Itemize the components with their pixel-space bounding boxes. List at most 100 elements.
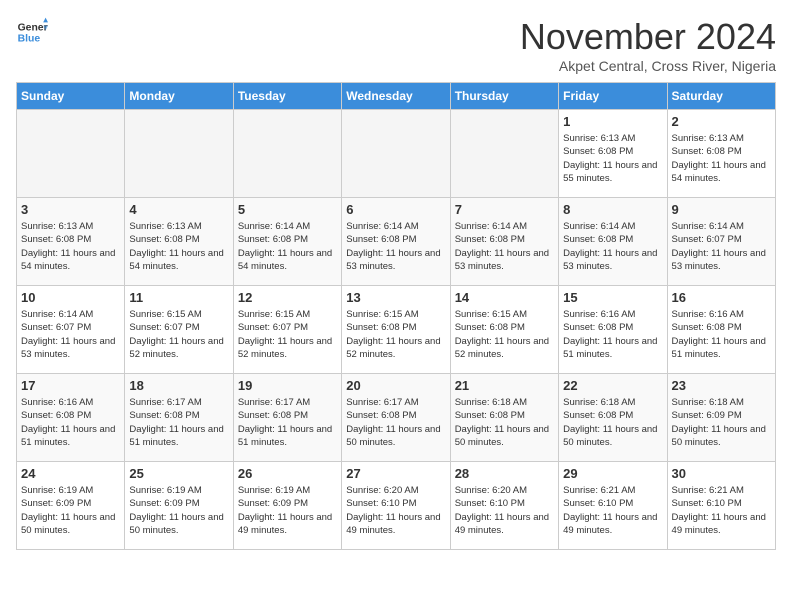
day-info: Sunrise: 6:17 AM Sunset: 6:08 PM Dayligh… (129, 396, 228, 449)
calendar-cell (17, 110, 125, 198)
day-number: 19 (238, 378, 337, 393)
calendar-cell: 17Sunrise: 6:16 AM Sunset: 6:08 PM Dayli… (17, 374, 125, 462)
day-number: 5 (238, 202, 337, 217)
day-info: Sunrise: 6:17 AM Sunset: 6:08 PM Dayligh… (238, 396, 337, 449)
page-header: General Blue November 2024 Akpet Central… (16, 16, 776, 74)
svg-text:General: General (18, 22, 48, 33)
day-info: Sunrise: 6:16 AM Sunset: 6:08 PM Dayligh… (672, 308, 771, 361)
calendar-cell: 24 Sunrise: 6:19 AM Sunset: 6:09 PM Dayli… (17, 462, 125, 550)
day-info: Sunrise: 6:14 AM Sunset: 6:08 PM Dayligh… (238, 220, 337, 273)
calendar-cell: 13 Sunrise: 6:15 AM Sunset: 6:08 PM Dayli… (342, 286, 450, 374)
logo: General Blue (16, 16, 48, 48)
day-number: 10 (21, 290, 120, 305)
day-number: 7 (455, 202, 554, 217)
day-info: Sunrise: 6:18 AM Sunset: 6:09 PM Dayligh… (672, 396, 771, 449)
calendar-cell: 25Sunrise: 6:19 AM Sunset: 6:09 PM Dayli… (125, 462, 233, 550)
calendar-cell: 16 Sunrise: 6:16 AM Sunset: 6:08 PM Dayli… (667, 286, 775, 374)
month-title: November 2024 (520, 16, 776, 58)
day-number: 3 (21, 202, 120, 217)
day-number: 20 (346, 378, 445, 393)
logo-icon: General Blue (16, 16, 48, 48)
location-subtitle: Akpet Central, Cross River, Nigeria (520, 58, 776, 74)
calendar-cell: 26 Sunrise: 6:19 AM Sunset: 6:09 PM Dayli… (233, 462, 341, 550)
calendar-cell: 8Sunrise: 6:14 AM Sunset: 6:08 PM Daylig… (559, 198, 667, 286)
day-number: 4 (129, 202, 228, 217)
day-info: Sunrise: 6:14 AM Sunset: 6:08 PM Dayligh… (455, 220, 554, 273)
calendar-cell: 21 Sunrise: 6:18 AM Sunset: 6:08 PM Dayli… (450, 374, 558, 462)
calendar-cell: 2Sunrise: 6:13 AM Sunset: 6:08 PM Daylig… (667, 110, 775, 198)
calendar-cell: 6 Sunrise: 6:14 AM Sunset: 6:08 PM Daylig… (342, 198, 450, 286)
calendar-cell: 3 Sunrise: 6:13 AM Sunset: 6:08 PM Daylig… (17, 198, 125, 286)
calendar-cell: 4Sunrise: 6:13 AM Sunset: 6:08 PM Daylig… (125, 198, 233, 286)
calendar-cell: 30 Sunrise: 6:21 AM Sunset: 6:10 PM Dayli… (667, 462, 775, 550)
day-info: Sunrise: 6:17 AM Sunset: 6:08 PM Dayligh… (346, 396, 445, 449)
day-number: 30 (672, 466, 771, 481)
day-info: Sunrise: 6:19 AM Sunset: 6:09 PM Dayligh… (21, 484, 120, 537)
day-number: 24 (21, 466, 120, 481)
day-info: Sunrise: 6:14 AM Sunset: 6:08 PM Dayligh… (346, 220, 445, 273)
calendar-cell: 27 Sunrise: 6:20 AM Sunset: 6:10 PM Dayli… (342, 462, 450, 550)
day-info: Sunrise: 6:18 AM Sunset: 6:08 PM Dayligh… (563, 396, 662, 449)
day-info: Sunrise: 6:20 AM Sunset: 6:10 PM Dayligh… (346, 484, 445, 537)
calendar-cell: 15 Sunrise: 6:16 AM Sunset: 6:08 PM Dayli… (559, 286, 667, 374)
day-info: Sunrise: 6:19 AM Sunset: 6:09 PM Dayligh… (129, 484, 228, 537)
day-number: 26 (238, 466, 337, 481)
svg-text:Blue: Blue (18, 34, 41, 45)
day-number: 22 (563, 378, 662, 393)
weekday-header: Wednesday (342, 83, 450, 110)
calendar-cell: 11 Sunrise: 6:15 AM Sunset: 6:07 PM Dayli… (125, 286, 233, 374)
weekday-header: Monday (125, 83, 233, 110)
calendar-cell: 22 Sunrise: 6:18 AM Sunset: 6:08 PM Dayli… (559, 374, 667, 462)
day-info: Sunrise: 6:20 AM Sunset: 6:10 PM Dayligh… (455, 484, 554, 537)
calendar-cell (342, 110, 450, 198)
day-number: 27 (346, 466, 445, 481)
day-info: Sunrise: 6:15 AM Sunset: 6:07 PM Dayligh… (129, 308, 228, 361)
day-info: Sunrise: 6:21 AM Sunset: 6:10 PM Dayligh… (563, 484, 662, 537)
day-info: Sunrise: 6:16 AM Sunset: 6:08 PM Dayligh… (563, 308, 662, 361)
calendar-cell: 18 Sunrise: 6:17 AM Sunset: 6:08 PM Dayli… (125, 374, 233, 462)
calendar-cell: 1 Sunrise: 6:13 AM Sunset: 6:08 PM Daylig… (559, 110, 667, 198)
day-number: 6 (346, 202, 445, 217)
day-info: Sunrise: 6:18 AM Sunset: 6:08 PM Dayligh… (455, 396, 554, 449)
day-info: Sunrise: 6:16 AM Sunset: 6:08 PM Dayligh… (21, 396, 120, 449)
day-info: Sunrise: 6:19 AM Sunset: 6:09 PM Dayligh… (238, 484, 337, 537)
calendar-table: SundayMondayTuesdayWednesdayThursdayFrid… (16, 82, 776, 550)
day-number: 29 (563, 466, 662, 481)
day-number: 2 (672, 114, 771, 129)
weekday-header: Saturday (667, 83, 775, 110)
day-number: 16 (672, 290, 771, 305)
day-info: Sunrise: 6:15 AM Sunset: 6:07 PM Dayligh… (238, 308, 337, 361)
day-info: Sunrise: 6:14 AM Sunset: 6:07 PM Dayligh… (672, 220, 771, 273)
calendar-cell: 12 Sunrise: 6:15 AM Sunset: 6:07 PM Dayli… (233, 286, 341, 374)
calendar-cell: 7 Sunrise: 6:14 AM Sunset: 6:08 PM Daylig… (450, 198, 558, 286)
calendar-cell: 29 Sunrise: 6:21 AM Sunset: 6:10 PM Dayli… (559, 462, 667, 550)
day-info: Sunrise: 6:14 AM Sunset: 6:07 PM Dayligh… (21, 308, 120, 361)
calendar-cell: 5 Sunrise: 6:14 AM Sunset: 6:08 PM Daylig… (233, 198, 341, 286)
day-number: 13 (346, 290, 445, 305)
day-number: 12 (238, 290, 337, 305)
calendar-cell: 10 Sunrise: 6:14 AM Sunset: 6:07 PM Dayli… (17, 286, 125, 374)
weekday-header: Friday (559, 83, 667, 110)
calendar-cell (450, 110, 558, 198)
weekday-header: Sunday (17, 83, 125, 110)
day-number: 15 (563, 290, 662, 305)
calendar-cell (233, 110, 341, 198)
day-info: Sunrise: 6:14 AM Sunset: 6:08 PM Dayligh… (563, 220, 662, 273)
day-info: Sunrise: 6:15 AM Sunset: 6:08 PM Dayligh… (346, 308, 445, 361)
day-info: Sunrise: 6:13 AM Sunset: 6:08 PM Dayligh… (563, 132, 662, 185)
day-number: 18 (129, 378, 228, 393)
day-number: 1 (563, 114, 662, 129)
day-info: Sunrise: 6:13 AM Sunset: 6:08 PM Dayligh… (21, 220, 120, 273)
day-number: 14 (455, 290, 554, 305)
calendar-cell: 9 Sunrise: 6:14 AM Sunset: 6:07 PM Daylig… (667, 198, 775, 286)
weekday-header: Tuesday (233, 83, 341, 110)
day-info: Sunrise: 6:21 AM Sunset: 6:10 PM Dayligh… (672, 484, 771, 537)
weekday-header: Thursday (450, 83, 558, 110)
day-info: Sunrise: 6:15 AM Sunset: 6:08 PM Dayligh… (455, 308, 554, 361)
day-number: 9 (672, 202, 771, 217)
calendar-cell (125, 110, 233, 198)
day-number: 21 (455, 378, 554, 393)
calendar-cell: 20 Sunrise: 6:17 AM Sunset: 6:08 PM Dayli… (342, 374, 450, 462)
calendar-cell: 28Sunrise: 6:20 AM Sunset: 6:10 PM Dayli… (450, 462, 558, 550)
day-number: 11 (129, 290, 228, 305)
